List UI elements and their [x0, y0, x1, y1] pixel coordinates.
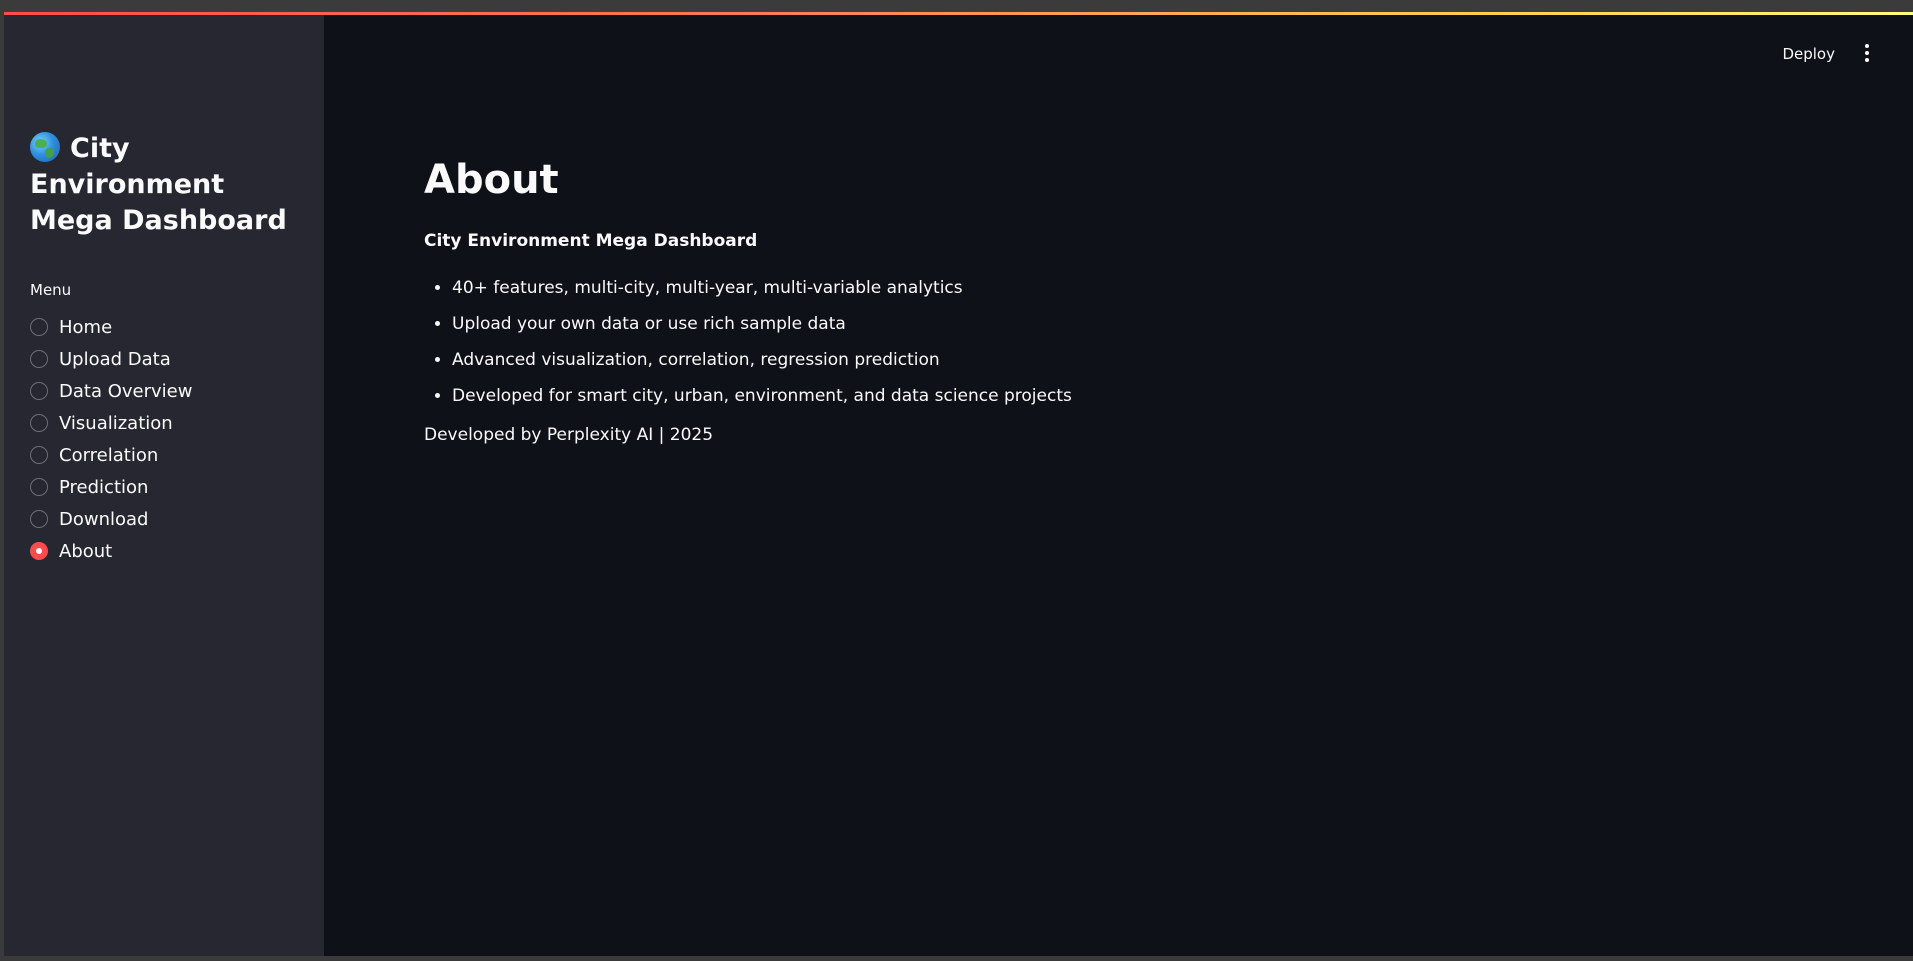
feature-item: 40+ features, multi-city, multi-year, mu…: [452, 277, 1724, 299]
menu-item-label: Download: [59, 508, 149, 530]
radio-button-selected[interactable]: [30, 542, 48, 560]
kebab-menu-icon[interactable]: [1857, 41, 1877, 65]
menu-item-prediction[interactable]: Prediction: [30, 471, 192, 503]
radio-button[interactable]: [30, 414, 48, 432]
feature-item: Advanced visualization, correlation, reg…: [452, 349, 1724, 371]
menu-item-label: Prediction: [59, 476, 149, 498]
feature-list: 40+ features, multi-city, multi-year, mu…: [424, 277, 1724, 407]
menu-item-label: Visualization: [59, 412, 173, 434]
feature-item: Developed for smart city, urban, environ…: [452, 385, 1724, 407]
kebab-dot: [1865, 51, 1869, 55]
radio-button[interactable]: [30, 478, 48, 496]
menu-item-download[interactable]: Download: [30, 503, 192, 535]
sidebar-title: City Environment Mega Dashboard: [30, 131, 295, 239]
app-container: City Environment Mega Dashboard Menu Hom…: [4, 15, 1913, 956]
sidebar: City Environment Mega Dashboard Menu Hom…: [4, 15, 324, 956]
deploy-button[interactable]: Deploy: [1774, 39, 1843, 69]
credit-text: Developed by Perplexity AI | 2025: [424, 425, 714, 445]
menu-item-label: Data Overview: [59, 380, 193, 402]
menu-item-label: Home: [59, 316, 113, 338]
menu-item-upload-data[interactable]: Upload Data: [30, 343, 192, 375]
kebab-dot: [1865, 58, 1869, 62]
menu-radio-group: Home Upload Data Data Overview Visualiza…: [30, 311, 192, 567]
menu-item-label: About: [59, 540, 113, 562]
menu-item-visualization[interactable]: Visualization: [30, 407, 192, 439]
menu-item-data-overview[interactable]: Data Overview: [30, 375, 192, 407]
menu-item-label: Upload Data: [59, 348, 171, 370]
radio-button[interactable]: [30, 350, 48, 368]
browser-top-strip: [0, 0, 1913, 12]
menu-item-about[interactable]: About: [30, 535, 192, 567]
menu-item-home[interactable]: Home: [30, 311, 192, 343]
radio-button[interactable]: [30, 510, 48, 528]
menu-label: Menu: [30, 281, 72, 299]
menu-item-label: Correlation: [59, 444, 159, 466]
radio-button[interactable]: [30, 446, 48, 464]
browser-bottom-strip: [0, 956, 1913, 961]
menu-item-correlation[interactable]: Correlation: [30, 439, 192, 471]
feature-item: Upload your own data or use rich sample …: [452, 313, 1724, 335]
sidebar-title-text: City Environment Mega Dashboard: [30, 133, 287, 236]
main-content: About City Environment Mega Dashboard 40…: [424, 155, 1724, 445]
page-subtitle: City Environment Mega Dashboard: [424, 231, 758, 251]
kebab-dot: [1865, 44, 1869, 48]
radio-button[interactable]: [30, 318, 48, 336]
page-title: About: [424, 157, 559, 203]
globe-icon: [30, 132, 60, 162]
radio-button[interactable]: [30, 382, 48, 400]
